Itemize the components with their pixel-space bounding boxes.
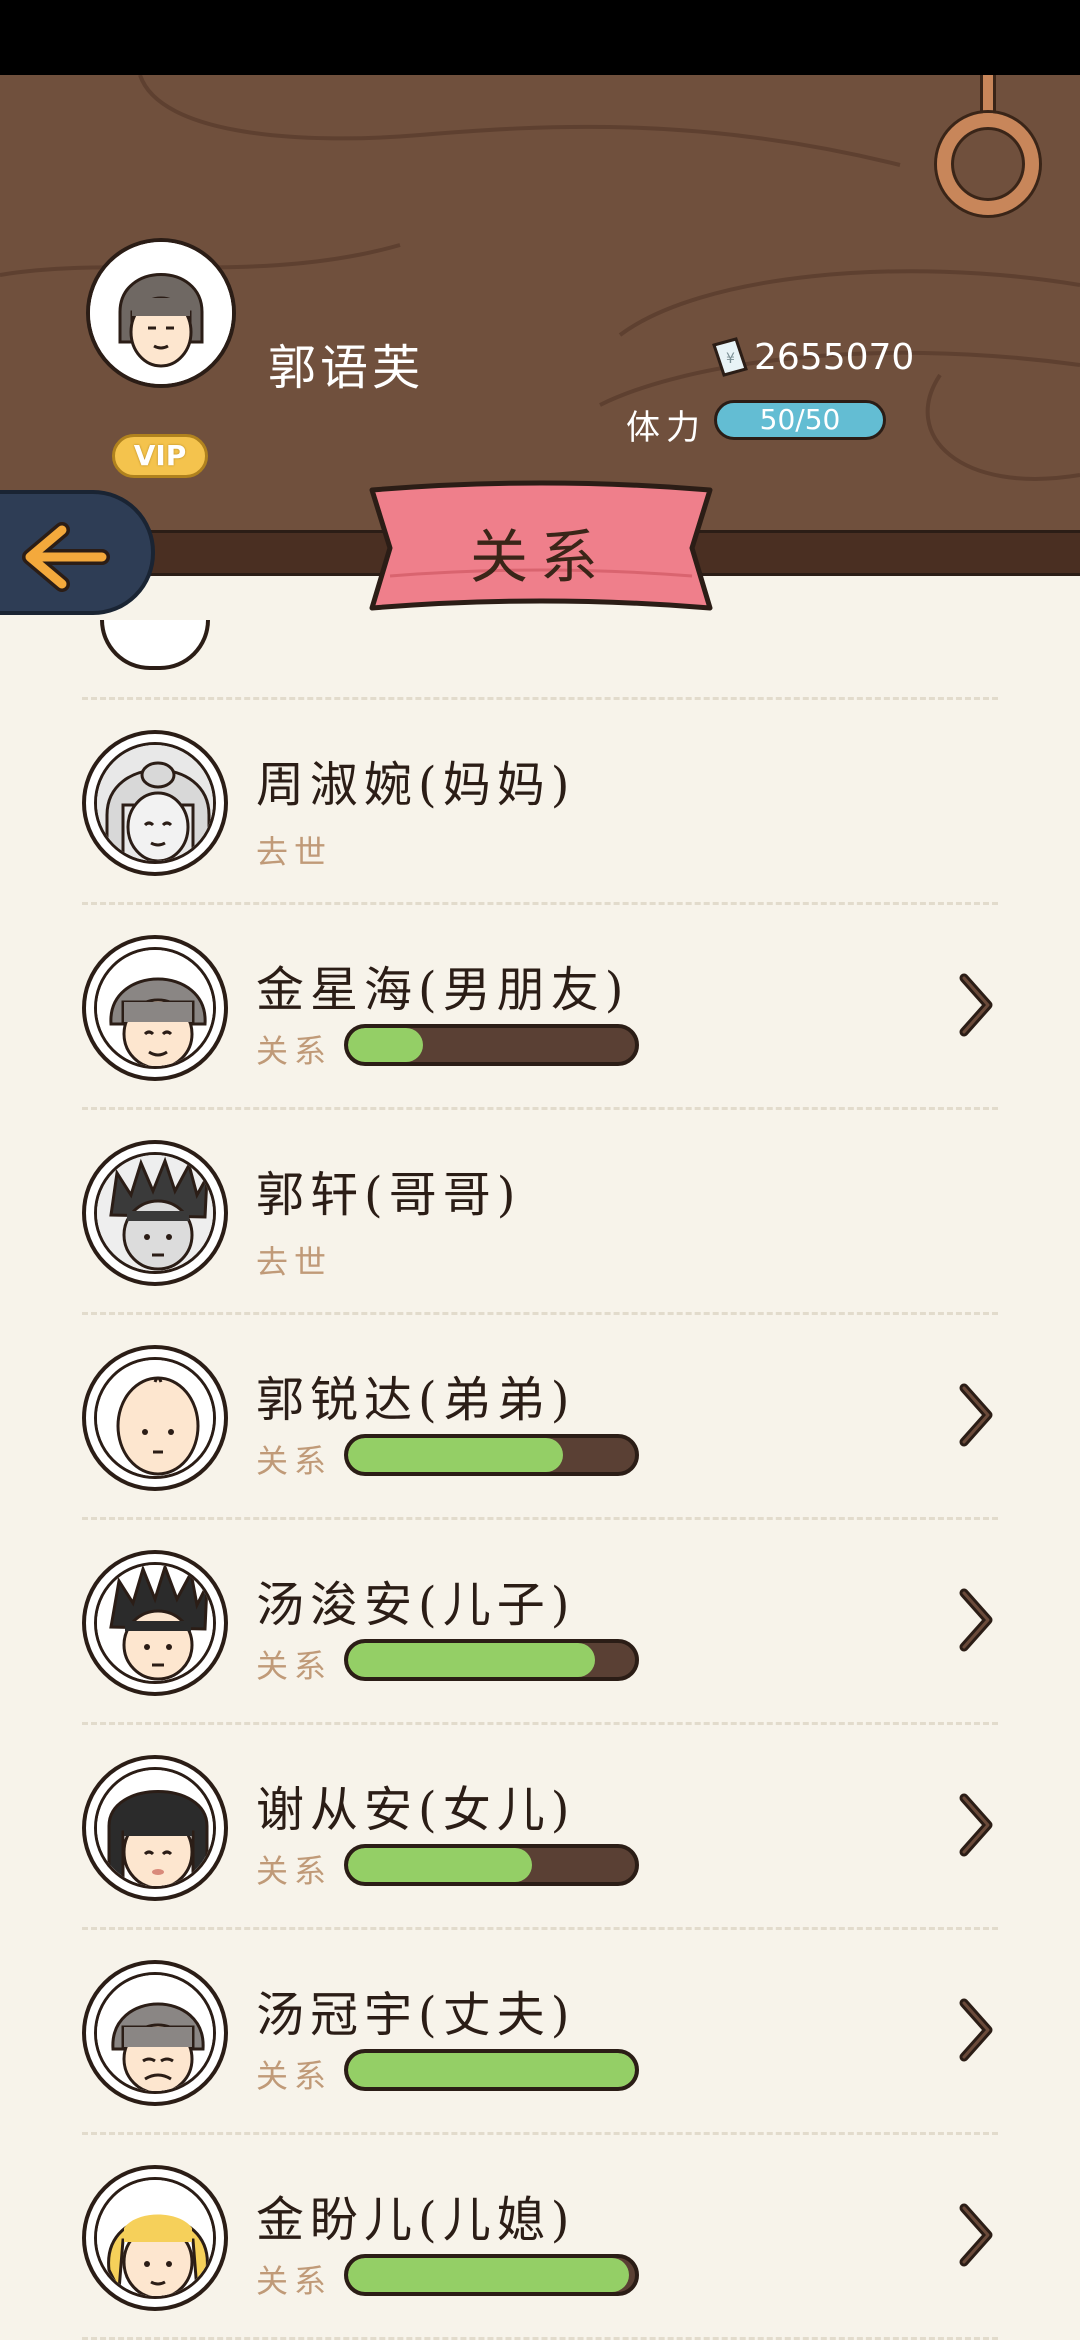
relation-avatar [82, 2165, 228, 2311]
back-button[interactable] [0, 490, 155, 615]
relationship-bar-fill [348, 1643, 595, 1677]
money-amount: 2655070 [754, 336, 915, 378]
relation-label: 关系 [256, 1647, 333, 1685]
relation-label: 关系 [256, 2057, 333, 2095]
stamina-bar: 50/50 [714, 400, 886, 440]
relation-label: 关系 [256, 1852, 333, 1890]
relation-row[interactable]: 汤冠宇(丈夫) 关系 [0, 1927, 1080, 2132]
money-note-icon: ¥ [712, 337, 748, 377]
player-face [90, 242, 232, 384]
relation-row[interactable]: 金星海(男朋友) 关系 [0, 902, 1080, 1107]
relation-avatar [82, 1755, 228, 1901]
relation-name: 郭锐达(弟弟) [256, 1372, 576, 1428]
chevron-right-icon[interactable] [956, 970, 996, 1040]
relation-avatar [82, 935, 228, 1081]
relation-row[interactable]: 郭锐达(弟弟) 关系 [0, 1312, 1080, 1517]
avatar-face [94, 1767, 216, 1889]
stamina-label: 体力 [626, 408, 706, 448]
relationship-bar [344, 1639, 639, 1681]
avatar-face [94, 742, 216, 864]
relationship-bar-fill [348, 1848, 532, 1882]
relation-avatar [82, 1550, 228, 1696]
chevron-right-icon[interactable] [956, 2200, 996, 2270]
avatar-face [94, 1562, 216, 1684]
avatar-face [94, 1357, 216, 1479]
relationship-bar [344, 2254, 639, 2296]
relation-name: 汤冠宇(丈夫) [256, 1987, 576, 2043]
chevron-right-icon[interactable] [956, 1380, 996, 1450]
deceased-label: 去世 [256, 1243, 333, 1281]
back-arrow-icon [22, 522, 110, 592]
relation-avatar [82, 730, 228, 876]
money-display: ¥ 2655070 [710, 335, 914, 379]
deceased-label: 去世 [256, 833, 333, 871]
relation-name: 金盼儿(儿媳) [256, 2192, 576, 2248]
relation-row: 郭轩(哥哥) 去世 [0, 1107, 1080, 1312]
relation-avatar [82, 1140, 228, 1286]
avatar-face [94, 947, 216, 1069]
relationship-bar [344, 1434, 639, 1476]
avatar-face [94, 1152, 216, 1274]
chevron-right-icon[interactable] [956, 1585, 996, 1655]
chevron-right-icon[interactable] [956, 1995, 996, 2065]
relation-row[interactable]: 汤浚安(儿子) 关系 [0, 1517, 1080, 1722]
partial-avatar [100, 620, 210, 670]
svg-text:¥: ¥ [726, 351, 735, 367]
vip-badge: VIP [112, 434, 208, 478]
relation-row: 周淑婉(妈妈) 去世 [0, 697, 1080, 902]
relationship-bar [344, 1024, 639, 1066]
relationship-bar-fill [348, 2258, 630, 2292]
player-avatar[interactable] [86, 238, 236, 388]
relationship-bar [344, 2049, 639, 2091]
player-name: 郭语芙 [268, 340, 425, 396]
relation-label: 关系 [256, 1032, 333, 1070]
relationship-bar-fill [348, 1028, 423, 1062]
ring-icon[interactable] [937, 113, 1039, 215]
relation-name: 周淑婉(妈妈) [256, 757, 576, 813]
relationship-bar-fill [348, 2053, 635, 2087]
relation-row[interactable]: 谢从安(女儿) 关系 [0, 1722, 1080, 1927]
relation-avatar [82, 1960, 228, 2106]
relation-label: 关系 [256, 2262, 333, 2300]
avatar-face [94, 1972, 216, 2094]
page-title: 关系 [469, 523, 610, 591]
relation-name: 郭轩(哥哥) [256, 1167, 522, 1223]
relation-name: 谢从安(女儿) [256, 1782, 576, 1838]
relationship-bar [344, 1844, 639, 1886]
relation-name: 汤浚安(儿子) [256, 1577, 576, 1633]
relation-label: 关系 [256, 1442, 333, 1480]
relation-name: 金星海(男朋友) [256, 962, 630, 1018]
avatar-face [94, 2177, 216, 2299]
chevron-right-icon[interactable] [956, 1790, 996, 1860]
relation-avatar [82, 1345, 228, 1491]
relationship-bar-fill [348, 1438, 564, 1472]
status-bar [0, 0, 1080, 75]
relation-row[interactable]: 金盼儿(儿媳) 关系 [0, 2132, 1080, 2337]
